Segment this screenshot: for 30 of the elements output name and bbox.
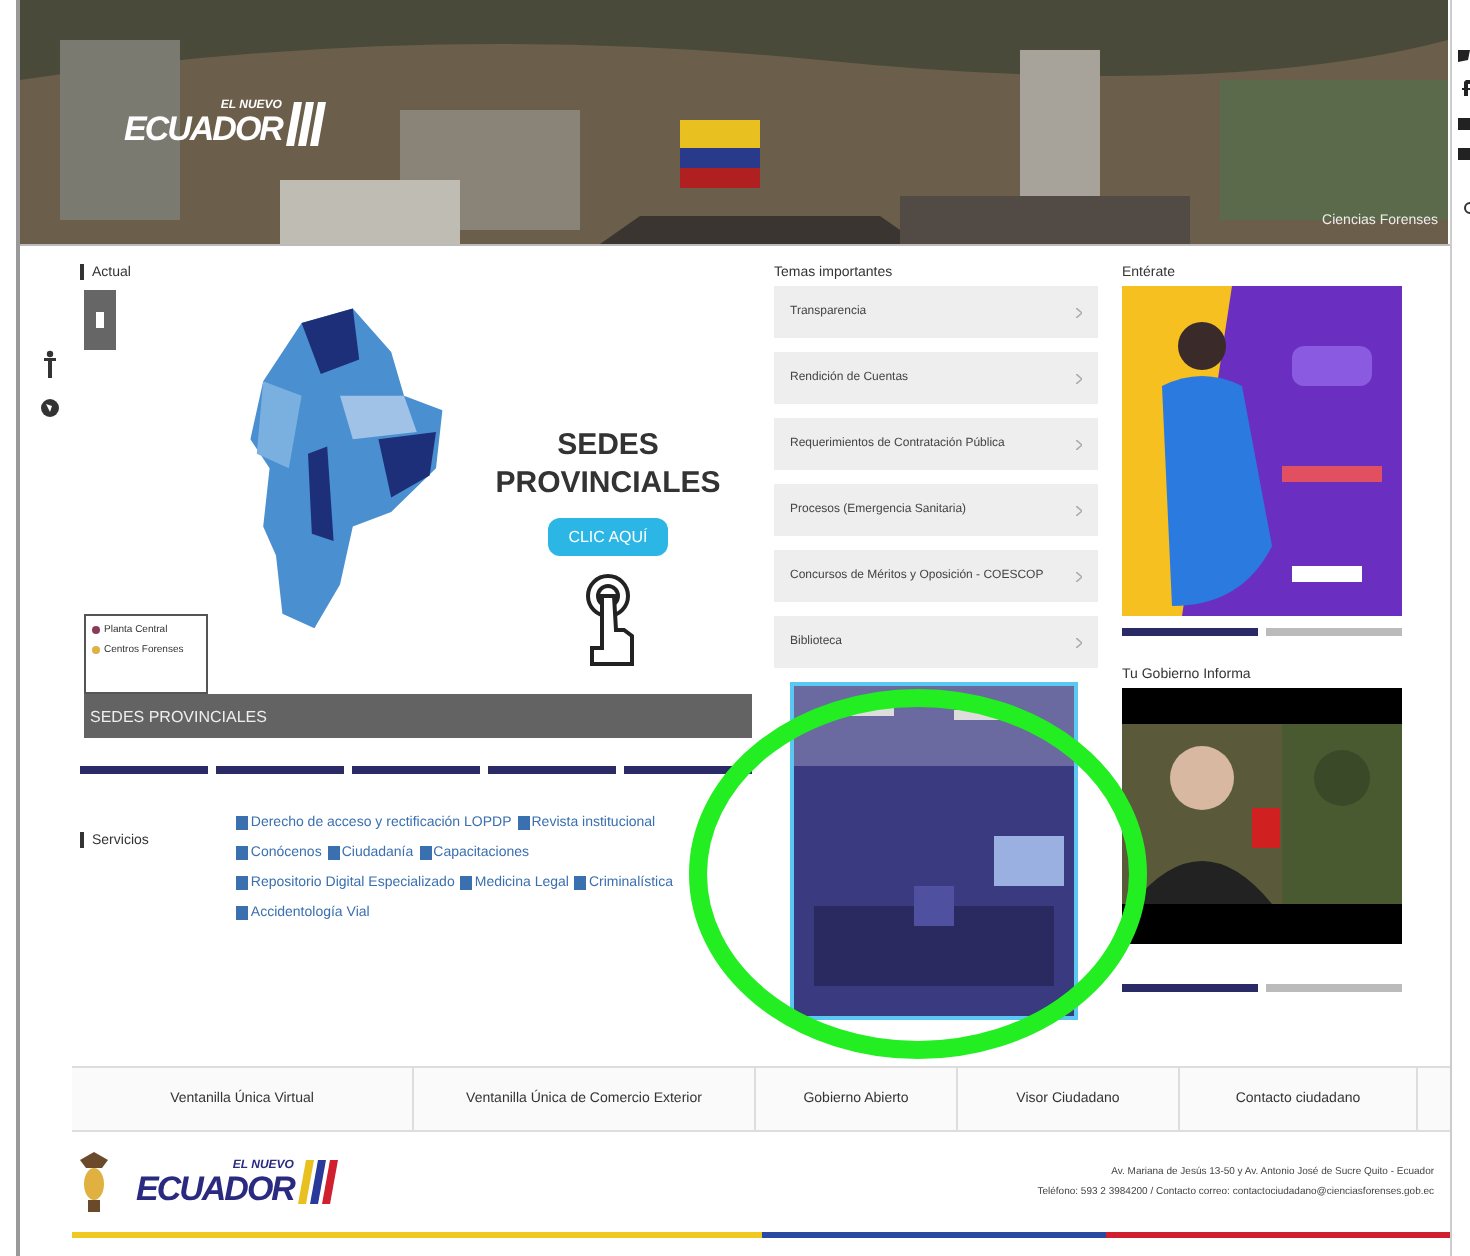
coat-of-arms-icon (80, 1152, 108, 1212)
banner-heading: SEDES PROVINCIALES (493, 426, 723, 502)
carousel-indicator[interactable] (624, 766, 752, 774)
map-pin-icon (92, 626, 100, 634)
service-icon (236, 876, 249, 890)
service-icon (574, 876, 587, 890)
service-icon (327, 846, 340, 860)
service-icon (460, 876, 473, 890)
logo-wordmark: ECUADOR (136, 1171, 294, 1205)
chevron-right-icon (1076, 571, 1082, 581)
chevron-right-icon (1076, 439, 1082, 449)
banner-caption: SEDES PROVINCIALES (90, 707, 267, 725)
service-icon (236, 906, 249, 920)
service-icon (236, 846, 249, 860)
map-pin-icon (92, 646, 100, 654)
accessibility-icon[interactable] (44, 350, 56, 378)
slide-nav-button[interactable] (84, 290, 116, 350)
service-icon (236, 816, 249, 830)
globe-icon[interactable] (40, 398, 60, 418)
facebook-icon[interactable] (1462, 80, 1470, 96)
logo-wordmark: ECUADOR (124, 112, 282, 146)
stripes-icon (297, 1160, 338, 1204)
stripes-icon (285, 101, 326, 145)
chevron-right-icon (1076, 373, 1082, 383)
pause-icon (96, 312, 104, 328)
service-icon (419, 846, 432, 860)
service-icon (517, 816, 530, 830)
chevron-right-icon (1076, 505, 1082, 515)
chevron-right-icon (1076, 307, 1082, 317)
chevron-right-icon (1076, 637, 1082, 647)
